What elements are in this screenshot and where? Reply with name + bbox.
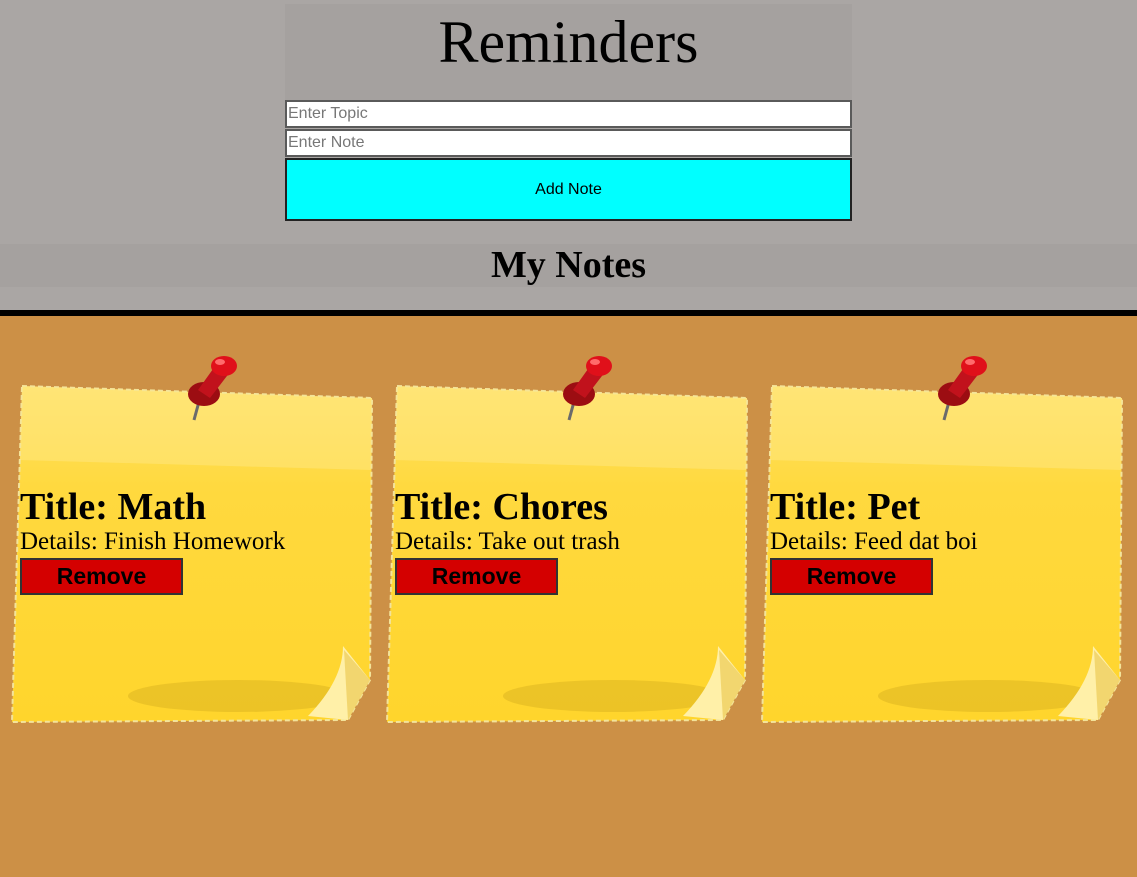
- notes-heading: My Notes: [490, 244, 647, 286]
- note-details: Details: Finish Homework: [20, 528, 286, 555]
- note-title: Title: Pet: [770, 486, 921, 528]
- note-card-chores: Title: Chores Details: Take out trash Re…: [383, 350, 755, 728]
- notes-heading-bar: My Notes: [0, 244, 1137, 287]
- note-title: Title: Chores: [395, 486, 608, 528]
- page-title: Reminders: [438, 9, 699, 75]
- topic-input[interactable]: [285, 100, 852, 128]
- header: Reminders Add Note My Notes: [0, 0, 1137, 311]
- note-details: Details: Take out trash: [395, 528, 620, 555]
- remove-button[interactable]: Remove: [395, 558, 558, 595]
- note-card-pet: Title: Pet Details: Feed dat boi Remove: [758, 350, 1130, 728]
- divider: [0, 310, 1137, 316]
- note-details: Details: Feed dat boi: [770, 528, 978, 555]
- title-box: Reminders: [285, 4, 852, 100]
- remove-button[interactable]: Remove: [20, 558, 183, 595]
- note-input[interactable]: [285, 129, 852, 157]
- note-title: Title: Math: [20, 486, 207, 528]
- add-note-button[interactable]: Add Note: [285, 158, 852, 221]
- remove-button[interactable]: Remove: [770, 558, 933, 595]
- note-card-math: Title: Math Details: Finish Homework Rem…: [8, 350, 380, 728]
